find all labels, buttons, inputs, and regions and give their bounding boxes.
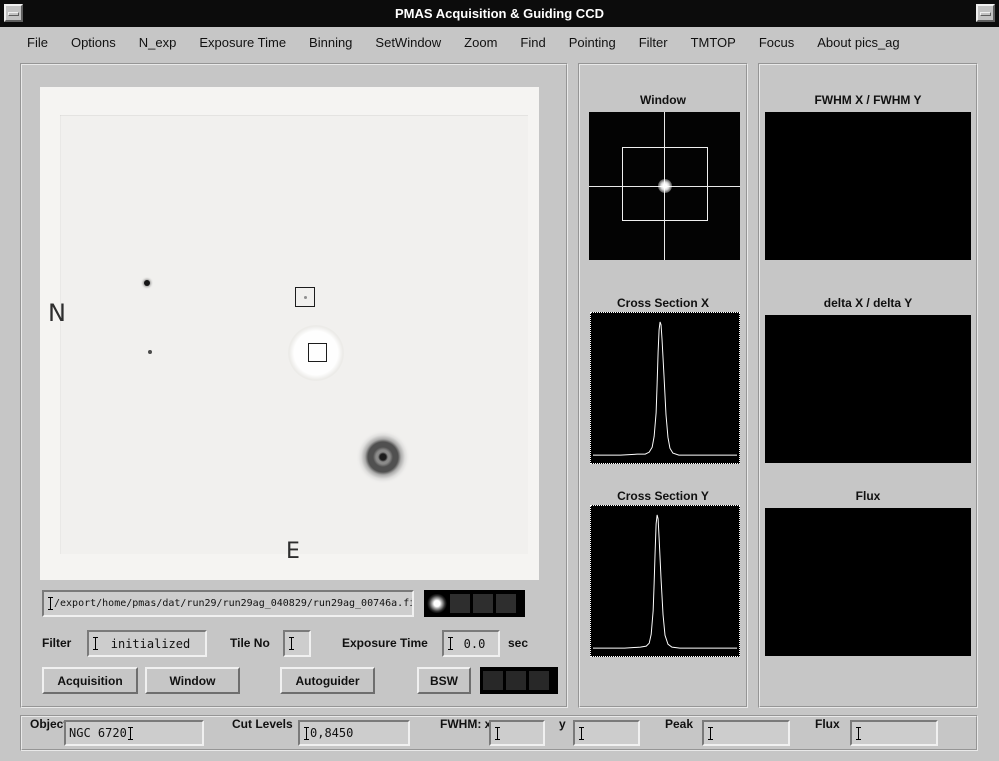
delta-plot-title: delta X / delta Y	[760, 296, 976, 310]
star-dot	[144, 280, 150, 286]
menu-item-binning[interactable]: Binning	[309, 35, 352, 50]
text-cursor-icon	[707, 726, 714, 741]
filename-field[interactable]: /export/home/pmas/dat/run29/run29ag_0408…	[42, 590, 414, 617]
east-label: E	[286, 539, 300, 564]
window-maximize-button[interactable]	[976, 4, 995, 22]
cross-section-y-plot	[590, 505, 740, 657]
text-cursor-icon	[288, 636, 295, 651]
exposure-unit-label: sec	[508, 630, 528, 657]
flux-plot-title: Flux	[760, 489, 976, 503]
fwhm-plot-canvas	[765, 112, 971, 260]
fwhm-plot-title: FWHM X / FWHM Y	[760, 93, 976, 107]
delta-plot-canvas	[765, 315, 971, 463]
guide-star-glow	[658, 179, 672, 193]
status-tile	[483, 671, 503, 690]
text-cursor-icon	[578, 726, 585, 741]
menu-item-file[interactable]: File	[27, 35, 48, 50]
menu-item-tmtop[interactable]: TMTOP	[691, 35, 736, 50]
nebula-object	[357, 431, 409, 483]
text-cursor-icon	[92, 636, 99, 651]
guide-box-marker	[295, 287, 315, 307]
acquisition-button[interactable]: Acquisition	[42, 667, 138, 694]
cross-section-x-curve	[593, 322, 737, 455]
star-dot	[148, 350, 152, 354]
text-cursor-icon	[494, 726, 501, 741]
text-cursor-icon	[303, 726, 310, 741]
guide-window-canvas	[589, 112, 740, 260]
autoguider-button[interactable]: Autoguider	[280, 667, 375, 694]
menu-item-nexp[interactable]: N_exp	[139, 35, 177, 50]
menu-item-about[interactable]: About pics_ag	[817, 35, 899, 50]
image-panel: N E /export/home/pmas/dat/run29/run29ag_…	[20, 63, 568, 708]
tile-thumbnail[interactable]	[473, 594, 493, 613]
exposure-time-value: 0.0	[454, 637, 495, 651]
exposure-time-field[interactable]: 0.0	[442, 630, 500, 657]
filter-value: initialized	[99, 637, 202, 651]
bsw-button[interactable]: BSW	[417, 667, 471, 694]
menu-item-pointing[interactable]: Pointing	[569, 35, 616, 50]
cut-levels-label: Cut Levels	[232, 717, 293, 749]
fwhm-x-label: FWHM: x	[440, 717, 491, 749]
status-tile-strip	[480, 667, 558, 694]
tile-thumbnail[interactable]	[450, 594, 470, 613]
menu-item-focus[interactable]: Focus	[759, 35, 794, 50]
tile-no-label: Tile No	[230, 630, 270, 657]
cut-levels-value: 0,8450	[310, 726, 353, 740]
guide-star-dot	[304, 296, 307, 299]
exposure-time-label: Exposure Time	[342, 630, 428, 657]
status-bar: Object NGC 6720 Cut Levels 0,8450 FWHM: …	[20, 715, 978, 751]
titlebar: PMAS Acquisition & Guiding CCD	[0, 0, 999, 27]
guide-window-title: Window	[580, 93, 746, 107]
filename-value: /export/home/pmas/dat/run29/run29ag_0408…	[54, 598, 414, 609]
flux-field[interactable]	[850, 720, 938, 746]
text-cursor-icon	[127, 726, 134, 741]
menu-item-zoom[interactable]: Zoom	[464, 35, 497, 50]
object-label: Object	[30, 717, 67, 749]
tile-no-field[interactable]	[283, 630, 311, 657]
menu-item-find[interactable]: Find	[520, 35, 545, 50]
cross-section-y-curve	[593, 515, 737, 648]
ccd-image[interactable]: N E	[40, 87, 539, 580]
peak-field[interactable]	[702, 720, 790, 746]
flux-label: Flux	[815, 717, 840, 749]
fwhm-x-field[interactable]	[489, 720, 545, 746]
peak-label: Peak	[665, 717, 693, 749]
guide-panel: Window Cross Section X Cross Section Y	[578, 63, 748, 708]
status-tile	[506, 671, 526, 690]
menubar: File Options N_exp Exposure Time Binning…	[0, 27, 999, 57]
tile-thumbnail[interactable]	[496, 594, 516, 613]
object-value: NGC 6720	[69, 726, 127, 740]
app-window: PMAS Acquisition & Guiding CCD File Opti…	[0, 0, 999, 761]
text-cursor-icon	[855, 726, 862, 741]
menu-item-options[interactable]: Options	[71, 35, 116, 50]
menu-item-filter[interactable]: Filter	[639, 35, 668, 50]
monitor-panel: FWHM X / FWHM Y delta X / delta Y Flux	[758, 63, 978, 708]
north-label: N	[48, 299, 66, 327]
filter-label: Filter	[42, 630, 71, 657]
cross-section-x-plot	[590, 312, 740, 464]
cross-section-y-title: Cross Section Y	[580, 489, 746, 503]
tile-thumbnail[interactable]	[427, 594, 447, 613]
menu-item-setwindow[interactable]: SetWindow	[375, 35, 441, 50]
text-cursor-icon	[47, 596, 54, 611]
filter-field[interactable]: initialized	[87, 630, 207, 657]
cut-levels-field[interactable]: 0,8450	[298, 720, 410, 746]
cross-section-x-title: Cross Section X	[580, 296, 746, 310]
tile-strip	[424, 590, 525, 617]
status-tile	[529, 671, 549, 690]
guide-box-marker	[308, 343, 327, 362]
text-cursor-icon	[447, 636, 454, 651]
flux-plot-canvas	[765, 508, 971, 656]
fwhm-y-field[interactable]	[573, 720, 640, 746]
window-button[interactable]: Window	[145, 667, 240, 694]
window-maximize-icon	[980, 12, 991, 16]
menu-item-exposure-time[interactable]: Exposure Time	[199, 35, 286, 50]
object-field[interactable]: NGC 6720	[64, 720, 204, 746]
fwhm-y-label: y	[559, 717, 566, 749]
window-title: PMAS Acquisition & Guiding CCD	[0, 0, 999, 27]
